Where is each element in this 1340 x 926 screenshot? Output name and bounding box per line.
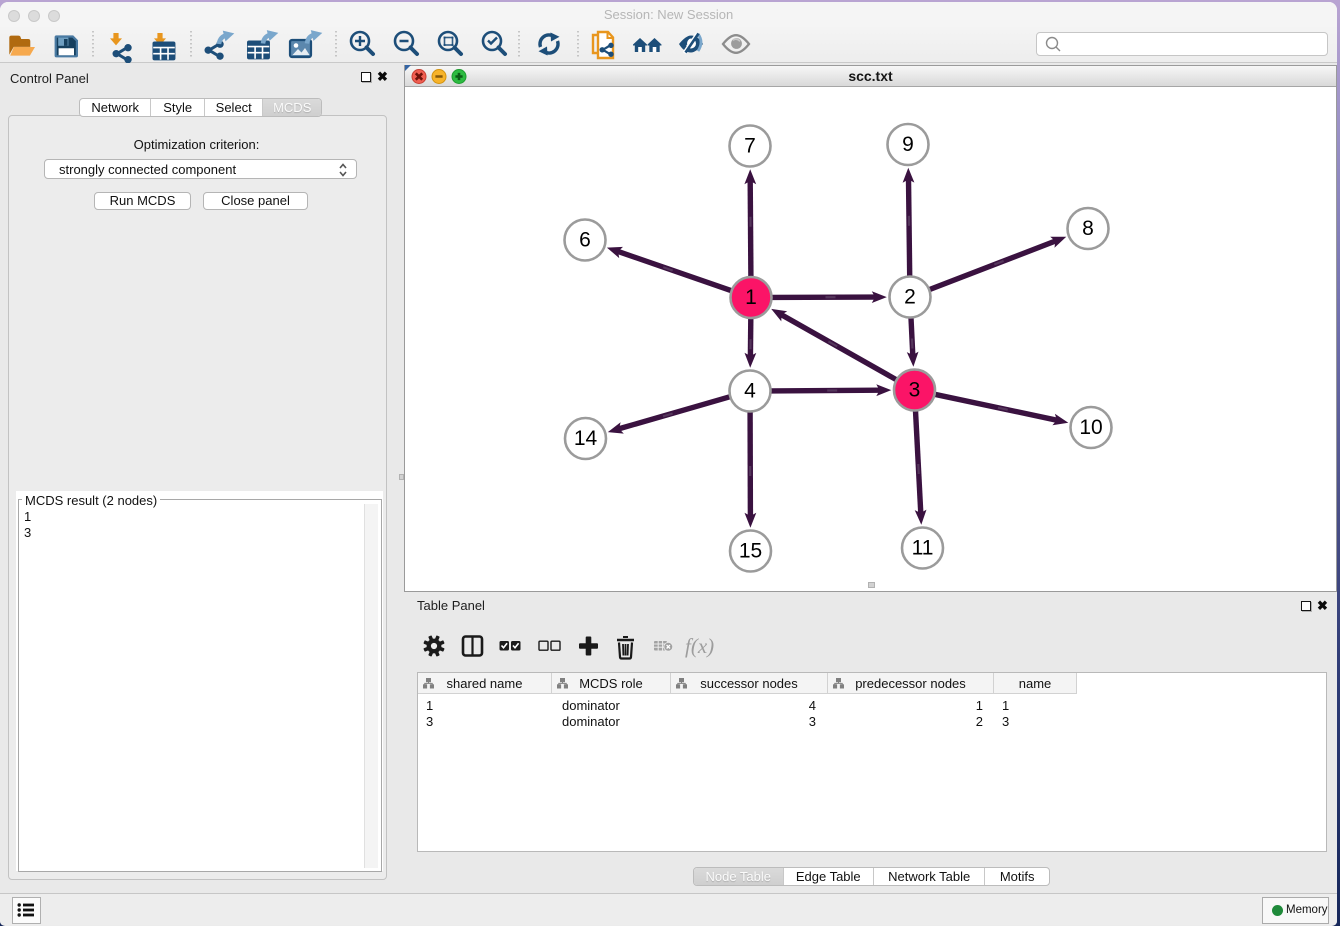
svg-text:8: 8 <box>1082 217 1094 240</box>
svg-text:4: 4 <box>744 380 756 403</box>
svg-text:15: 15 <box>739 540 762 563</box>
svg-text:9: 9 <box>902 133 914 156</box>
svg-text:6: 6 <box>579 229 591 252</box>
svg-text:10: 10 <box>1079 416 1102 439</box>
svg-text:7: 7 <box>744 135 756 158</box>
svg-text:3: 3 <box>909 379 921 402</box>
svg-text:14: 14 <box>574 427 598 450</box>
svg-text:11: 11 <box>912 537 934 560</box>
svg-text:1: 1 <box>745 286 757 309</box>
svg-text:2: 2 <box>904 286 916 309</box>
